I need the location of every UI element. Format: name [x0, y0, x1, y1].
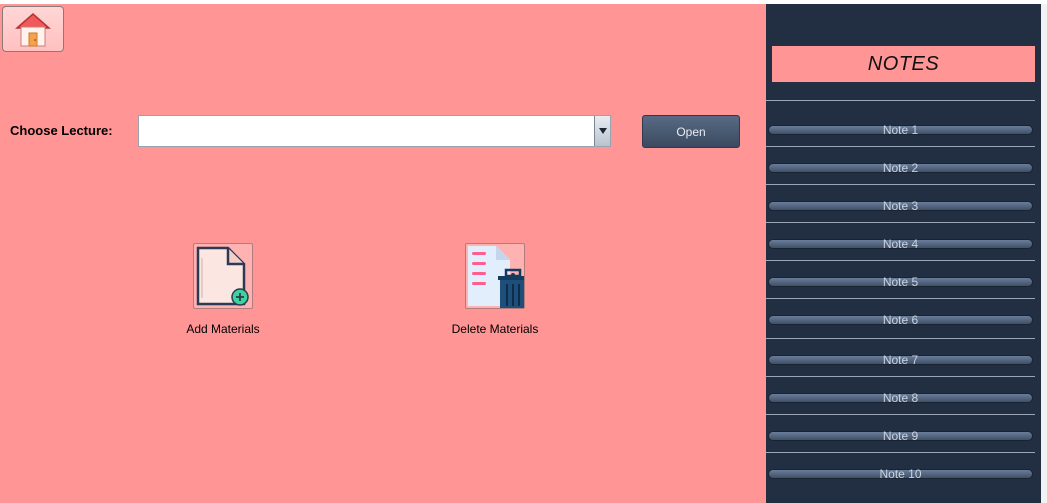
divider: [766, 298, 1035, 299]
add-materials-label: Add Materials: [186, 322, 260, 336]
window-edge: [1041, 4, 1047, 503]
note-label: Note 3: [882, 199, 919, 213]
note-label: Note 8: [882, 391, 919, 405]
main-panel: Choose Lecture: Open Add Materials Delet…: [0, 4, 766, 503]
open-button[interactable]: Open: [642, 115, 740, 148]
note-button-5[interactable]: Note 5: [768, 275, 1033, 289]
note-button-6[interactable]: Note 6: [768, 313, 1033, 327]
delete-materials-tile[interactable]: Delete Materials: [445, 243, 545, 336]
divider: [766, 452, 1035, 453]
choose-lecture-label: Choose Lecture:: [10, 123, 113, 138]
chevron-down-icon: [598, 128, 607, 134]
delete-materials-label: Delete Materials: [451, 322, 539, 336]
note-button-4[interactable]: Note 4: [768, 237, 1033, 251]
note-label: Note 5: [882, 275, 919, 289]
divider: [766, 338, 1035, 339]
divider: [766, 414, 1035, 415]
divider: [766, 222, 1035, 223]
add-document-icon: [196, 246, 249, 306]
add-materials-button[interactable]: [193, 243, 253, 309]
delete-materials-button[interactable]: [465, 243, 525, 309]
note-label: Note 2: [882, 161, 919, 175]
note-label: Note 7: [882, 353, 919, 367]
note-button-3[interactable]: Note 3: [768, 199, 1033, 213]
divider: [766, 100, 1035, 101]
notes-title: NOTES: [772, 46, 1035, 82]
notes-sidebar: NOTES Note 1 Note 2 Note 3 Note 4 Note 5…: [766, 4, 1041, 503]
note-label: Note 1: [882, 123, 919, 137]
note-label: Note 9: [882, 429, 919, 443]
delete-document-icon: [468, 246, 524, 308]
divider: [766, 376, 1035, 377]
note-button-8[interactable]: Note 8: [768, 391, 1033, 405]
divider: [766, 184, 1035, 185]
note-label: Note 6: [882, 313, 919, 327]
home-button[interactable]: [2, 6, 64, 52]
add-materials-tile[interactable]: Add Materials: [181, 243, 265, 336]
note-button-2[interactable]: Note 2: [768, 161, 1033, 175]
note-button-9[interactable]: Note 9: [768, 429, 1033, 443]
note-button-1[interactable]: Note 1: [768, 123, 1033, 137]
note-label: Note 4: [882, 237, 919, 251]
dropdown-arrow-button[interactable]: [594, 116, 610, 146]
house-icon: [15, 13, 51, 47]
lecture-select[interactable]: [138, 115, 611, 147]
note-button-10[interactable]: Note 10: [768, 467, 1033, 481]
divider: [766, 146, 1035, 147]
divider: [766, 260, 1035, 261]
note-button-7[interactable]: Note 7: [768, 353, 1033, 367]
note-label: Note 10: [879, 467, 922, 481]
